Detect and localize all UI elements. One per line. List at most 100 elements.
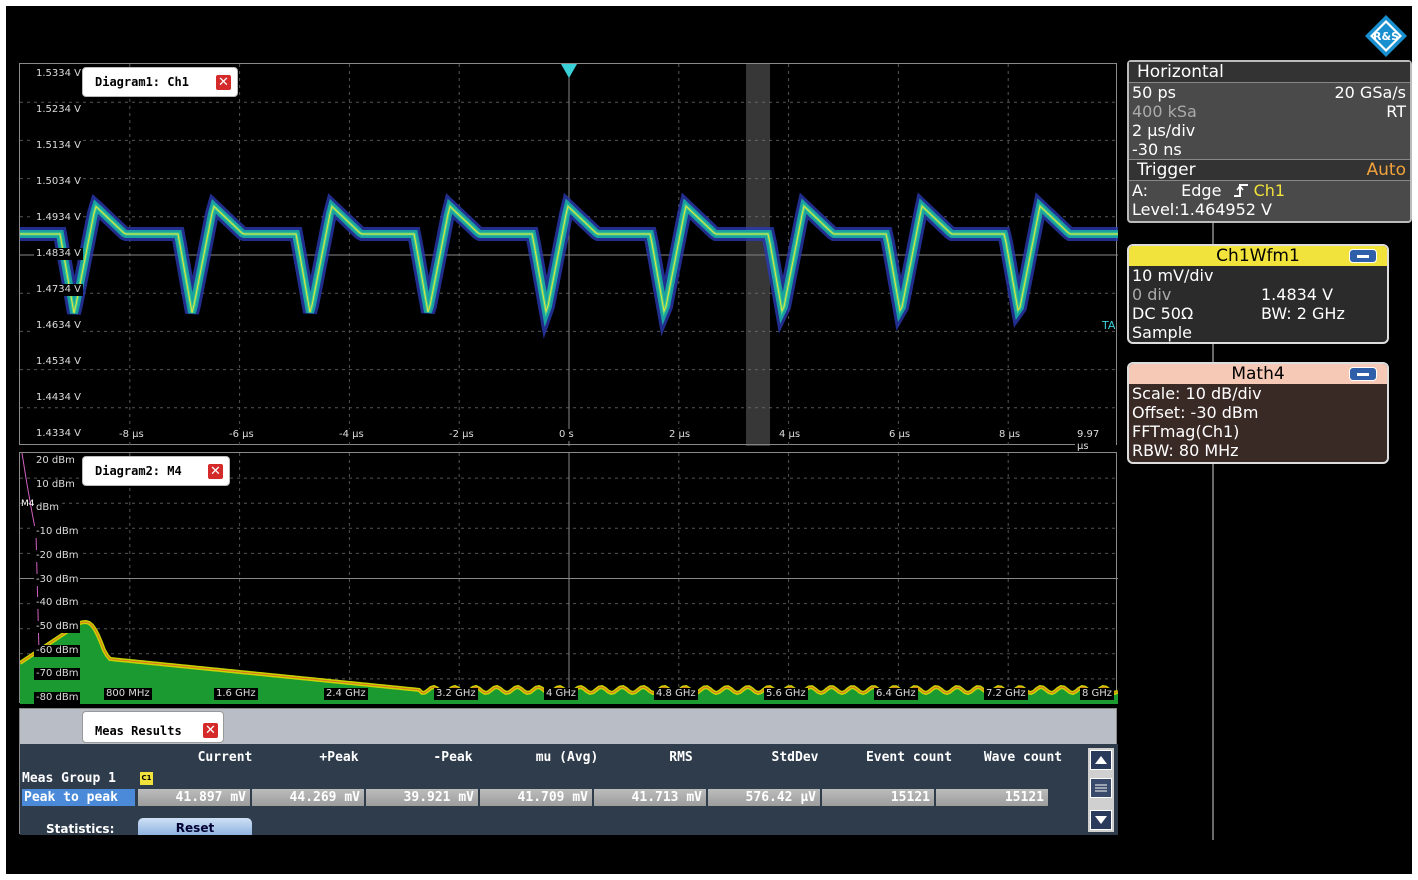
x-tick-label: 800 MHz [104, 688, 152, 700]
logo-text: R&S [1373, 30, 1399, 43]
meas-results-close-icon[interactable]: ✕ [202, 722, 219, 739]
ch1-scale: 10 mV/div [1132, 266, 1214, 285]
horizontal-mode: RT [1386, 102, 1406, 121]
scroll-up-button[interactable] [1090, 750, 1112, 770]
meas-results-panel: Meas Results ✕ Current +Peak -Peak mu (Avg)… [19, 708, 1118, 836]
y-tick-label: 1.5034 V [34, 176, 84, 188]
trigger-source: Ch1 [1253, 181, 1286, 200]
rohde-schwarz-logo: R&S [1365, 15, 1407, 57]
y-tick-label: 20 dBm [34, 455, 77, 467]
trigger-mode: Auto [1366, 160, 1406, 180]
reset-button[interactable]: Reset [138, 818, 252, 835]
meas-column-header: mu (Avg) [535, 750, 599, 765]
horizontal-record-length: 400 kSa [1132, 102, 1197, 121]
rising-edge-icon [1233, 184, 1248, 197]
diagram2-plot[interactable]: M4 20 dBm 10 dBm dBm -10 dBm -20 dBm -30 dBm -… [19, 452, 1118, 704]
horizontal-timebase: 2 µs/div [1132, 121, 1196, 140]
y-tick-label: 10 dBm [34, 478, 77, 491]
diagram1-tab-label: Diagram1: Ch1 [95, 75, 189, 89]
trigger-type: Edge [1181, 181, 1222, 200]
trigger-header[interactable]: Trigger Auto [1129, 159, 1410, 181]
x-tick-label: 6.4 GHz [874, 688, 918, 700]
meas-value-cell: 41.897 mV [138, 789, 250, 806]
meas-results-table: Current +Peak -Peak mu (Avg) RMS StdDev Event … [20, 744, 1118, 836]
horizontal-panel[interactable]: Horizontal 50 ps 20 GSa/s 400 kSa RT 2 µs/… [1127, 60, 1412, 223]
scroll-down-button[interactable] [1090, 810, 1112, 830]
diagram1-close-icon[interactable]: ✕ [215, 74, 232, 91]
meas-column-header: +Peak [319, 750, 359, 765]
meas-column-header: -Peak [433, 750, 473, 765]
math4-scale: Scale: 10 dB/div [1132, 384, 1262, 403]
ch1-coupling: DC 50Ω [1132, 304, 1194, 323]
ch1-bandwidth: BW: 2 GHz [1261, 304, 1345, 323]
x-tick-label: 4 µs [777, 429, 803, 441]
math4-function: FFTmag(Ch1) [1132, 422, 1240, 441]
ch1-offset: 1.4834 V [1261, 285, 1334, 304]
math4-offset: Offset: -30 dBm [1132, 403, 1259, 422]
math4-minimize-button[interactable] [1349, 367, 1377, 381]
diagram1-tab[interactable]: Diagram1: Ch1 ✕ [82, 67, 238, 97]
ch1wfm1-panel[interactable]: Ch1Wfm1 10 mV/div 0 div 1.4834 V DC 50Ω BW… [1127, 244, 1389, 344]
math4-rbw: RBW: 80 MHz [1132, 441, 1239, 460]
ch1-acquisition: Sample [1132, 323, 1192, 342]
meas-value-cell: 15121 [936, 789, 1048, 806]
meas-results-tab[interactable]: Meas Results ✕ [82, 711, 224, 743]
diagram2-tab-label: Diagram2: M4 [95, 464, 182, 478]
meas-scrollbar[interactable] [1088, 748, 1114, 832]
x-tick-label: 7.2 GHz [984, 688, 1028, 700]
y-tick-label: -60 dBm [34, 644, 81, 657]
m4-marker: M4 [21, 499, 35, 509]
diagram2-close-icon[interactable]: ✕ [207, 463, 224, 480]
ch1wfm1-minimize-button[interactable] [1349, 249, 1377, 263]
y-tick-label: 1.4534 V [34, 356, 84, 368]
scroll-thumb[interactable] [1090, 778, 1112, 798]
x-tick-label: 5.6 GHz [764, 688, 808, 700]
ch1wfm1-title: Ch1Wfm1 [1216, 246, 1300, 266]
trigger-position-icon [561, 64, 577, 78]
y-tick-label: 1.4934 V [34, 212, 84, 224]
meas-row-label[interactable]: Peak to peak [22, 789, 135, 806]
y-tick-label: 1.5334 V [34, 68, 84, 80]
trigger-title: Trigger [1137, 160, 1196, 180]
y-tick-label: -80 dBm [34, 692, 81, 704]
meas-column-header: Current [197, 750, 253, 765]
y-tick-label: 1.5134 V [34, 140, 84, 152]
trigger-source-prefix: A: [1132, 181, 1149, 200]
horizontal-title: Horizontal [1129, 62, 1410, 83]
meas-value-cell: 41.709 mV [480, 789, 592, 806]
y-tick-label: 1.4734 V [34, 284, 84, 296]
horizontal-sample-rate: 20 GSa/s [1334, 83, 1406, 102]
x-tick-label: -8 µs [117, 429, 146, 441]
math4-title: Math4 [1231, 364, 1285, 384]
x-tick-label: 2.4 GHz [324, 688, 368, 700]
ch1-position: 0 div [1132, 285, 1172, 304]
meas-value-cell: 41.713 mV [594, 789, 706, 806]
x-tick-label: 8 GHz [1080, 688, 1115, 700]
y-tick-label: -10 dBm [34, 526, 81, 539]
x-tick-label: -4 µs [337, 429, 366, 441]
meas-column-header: Wave count [983, 750, 1063, 765]
y-tick-label: -30 dBm [34, 573, 81, 586]
x-tick-label: 4 GHz [544, 688, 579, 700]
meas-column-header: StdDev [771, 750, 819, 765]
x-tick-label: 1.6 GHz [214, 688, 258, 700]
y-tick-label: dBm [34, 502, 61, 515]
x-tick-label: -6 µs [227, 429, 256, 441]
meas-column-header: RMS [669, 750, 693, 765]
horizontal-resolution: 50 ps [1132, 83, 1176, 102]
x-tick-label: 2 µs [667, 429, 693, 441]
y-tick-label: -50 dBm [34, 620, 81, 633]
x-tick-label: -2 µs [447, 429, 476, 441]
statistics-label: Statistics: [46, 822, 115, 836]
y-tick-label: 1.4434 V [34, 392, 84, 404]
y-tick-label: -40 dBm [34, 597, 81, 610]
meas-value-cell: 39.921 mV [366, 789, 478, 806]
math4-panel[interactable]: Math4 Scale: 10 dB/div Offset: -30 dBm F… [1127, 362, 1389, 464]
diagram2-canvas: M4 [20, 453, 1118, 704]
meas-group-badge: C1 [140, 772, 153, 785]
trigger-level-marker: TA [1101, 319, 1116, 332]
diagram2-tab[interactable]: Diagram2: M4 ✕ [82, 456, 230, 486]
meas-results-tab-label: Meas Results [95, 724, 182, 738]
diagram1-plot[interactable]: TA 1.5334 V 1.5234 V 1.5134 V 1.5034 V 1.493… [19, 63, 1118, 453]
x-tick-label: 0 s [557, 429, 576, 441]
